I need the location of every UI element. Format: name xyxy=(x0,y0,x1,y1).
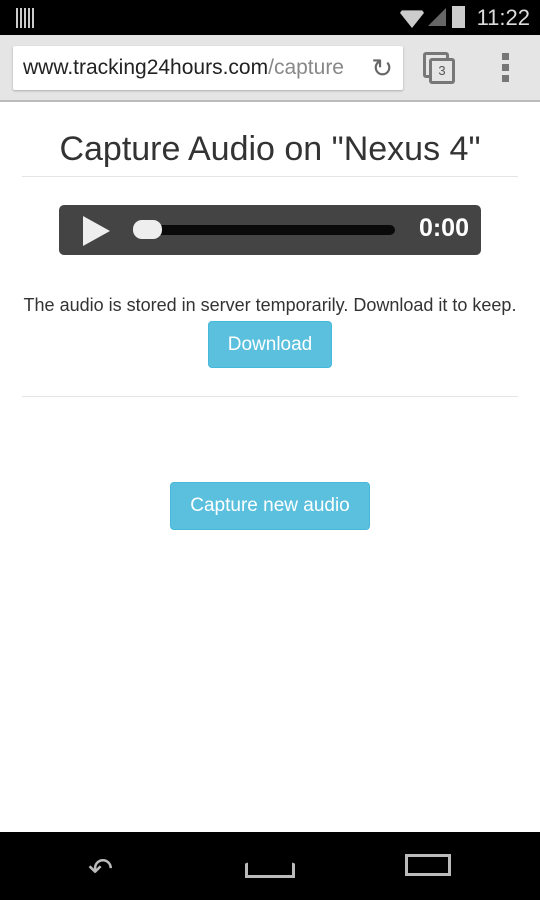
url-host: www.tracking24hours.com xyxy=(23,56,269,79)
navigation-bar: ↶ xyxy=(0,832,540,900)
clock: 11:22 xyxy=(476,5,530,30)
url-path: /capture xyxy=(268,56,344,79)
play-icon[interactable] xyxy=(83,216,110,246)
seek-handle[interactable] xyxy=(133,220,162,239)
notification-icon xyxy=(16,8,34,28)
divider xyxy=(22,176,518,177)
tab-count: 3 xyxy=(429,58,455,84)
divider xyxy=(22,396,518,397)
storage-message: The audio is stored in server temporaril… xyxy=(23,295,517,315)
signal-icon xyxy=(428,8,446,26)
recent-apps-icon[interactable] xyxy=(405,854,451,876)
page-title: Capture Audio on "Nexus 4" xyxy=(59,130,481,168)
browser-toolbar: www.tracking24hours.com/capture ↻ 3 xyxy=(0,35,540,102)
seek-bar[interactable] xyxy=(137,225,395,235)
capture-new-audio-button[interactable]: Capture new audio xyxy=(170,482,370,530)
menu-icon[interactable] xyxy=(502,53,510,86)
url-bar[interactable]: www.tracking24hours.com/capture ↻ xyxy=(13,46,403,90)
audio-player: 0:00 xyxy=(59,205,481,255)
home-icon[interactable] xyxy=(245,854,295,878)
battery-icon xyxy=(452,6,465,28)
player-time: 0:00 xyxy=(418,214,469,242)
status-bar: 11:22 xyxy=(0,0,540,35)
download-button[interactable]: Download xyxy=(208,321,332,368)
tab-switcher-button[interactable]: 3 xyxy=(423,52,455,84)
back-icon[interactable]: ↶ xyxy=(88,852,113,887)
wifi-icon xyxy=(398,10,426,28)
reload-icon[interactable]: ↻ xyxy=(371,46,393,90)
page-content: Capture Audio on "Nexus 4" 0:00 The audi… xyxy=(0,104,540,530)
